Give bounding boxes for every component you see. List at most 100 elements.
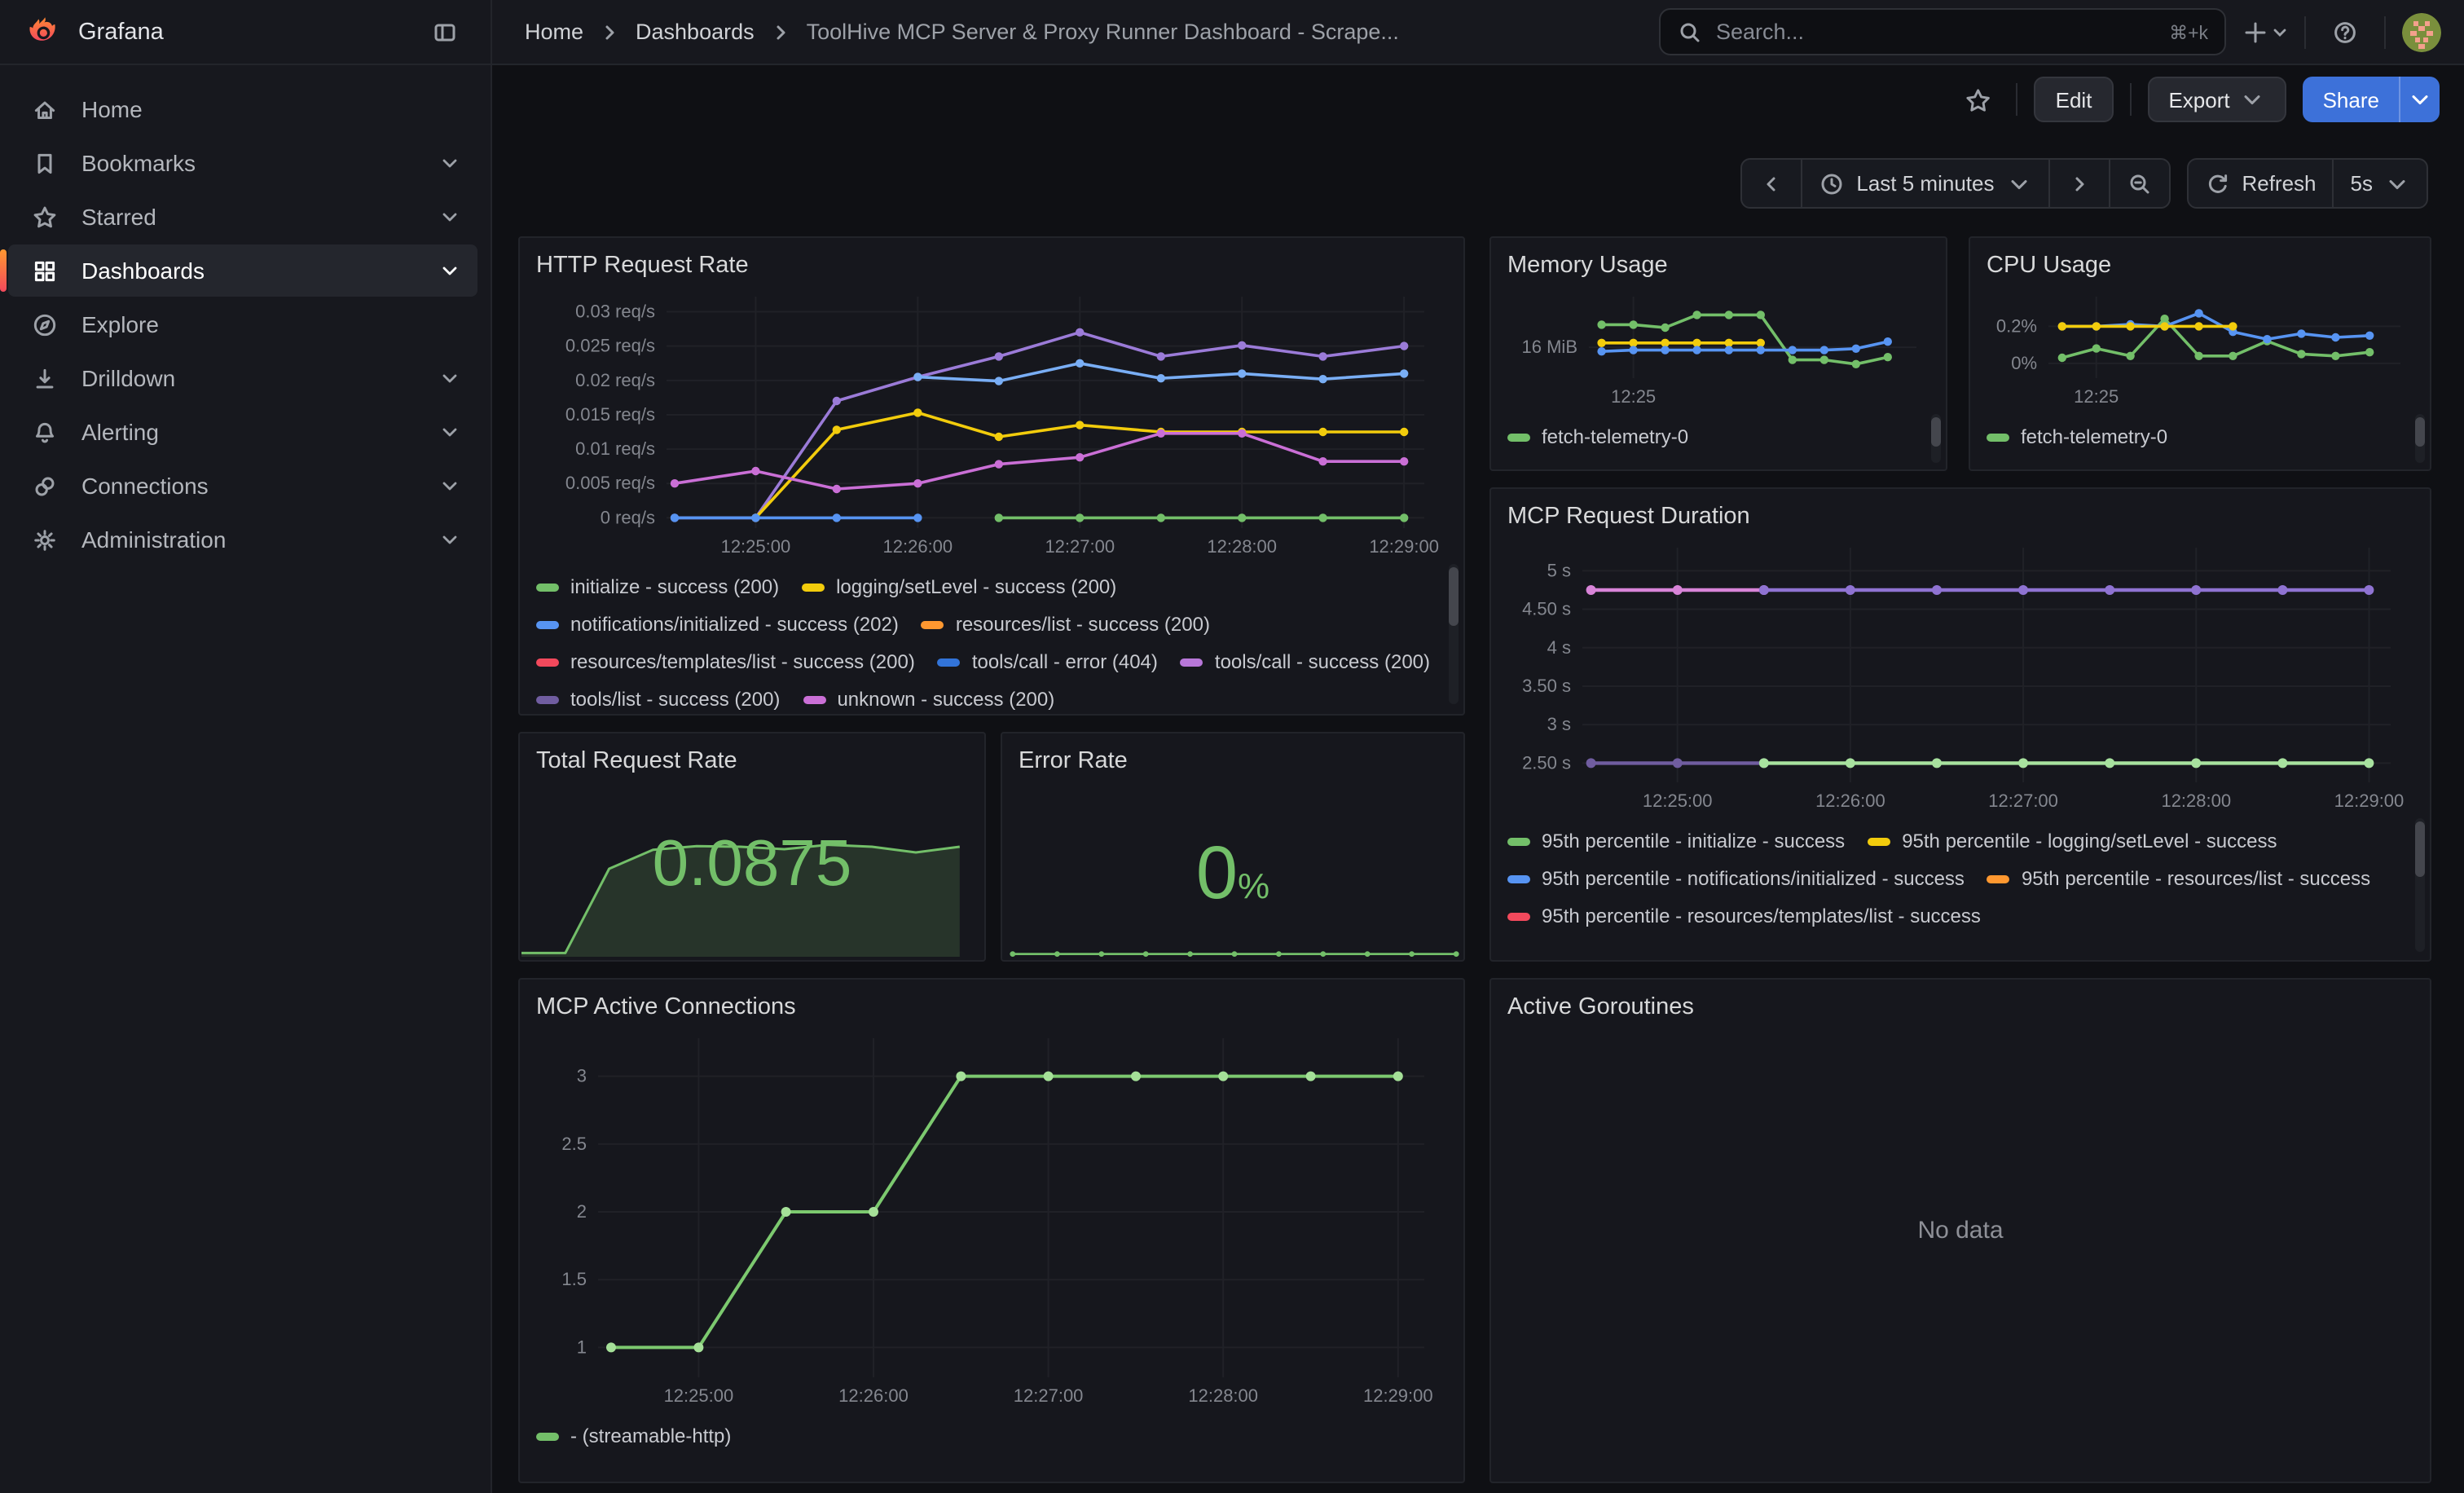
- legend-item[interactable]: 95th percentile - logging/setLevel - suc…: [1868, 830, 2277, 852]
- sidebar-item-starred[interactable]: Starred: [8, 191, 477, 243]
- error-rate-unit: %: [1238, 865, 1269, 906]
- legend-scrollbar[interactable]: [2415, 818, 2425, 952]
- legend-scrollbar[interactable]: [2415, 414, 2425, 463]
- http-legend: initialize - success (200) logging/setLev…: [536, 575, 1447, 712]
- sidebar-item-bookmarks[interactable]: Bookmarks: [8, 137, 477, 189]
- zoom-out-button[interactable]: [2108, 160, 2168, 207]
- panel-title[interactable]: Active Goroutines: [1507, 989, 2413, 1025]
- series-color-pill: [802, 583, 825, 591]
- sidebar-item-label: Drilldown: [81, 365, 416, 391]
- chevron-down-icon: [2240, 86, 2266, 112]
- sidebar-item-home[interactable]: Home: [8, 83, 477, 135]
- legend-item[interactable]: unknown - success (200): [803, 688, 1054, 711]
- sidebar-item-explore[interactable]: Explore: [8, 298, 477, 350]
- cpu-legend: fetch-telemetry-0: [1987, 425, 2413, 458]
- panel-title[interactable]: Error Rate: [1019, 743, 1447, 779]
- panel-title[interactable]: Total Request Rate: [536, 743, 968, 779]
- search-input[interactable]: Search... ⌘+k: [1659, 8, 2226, 55]
- angle-left-icon: [1758, 170, 1784, 196]
- search-placeholder: Search...: [1716, 20, 2156, 44]
- legend-scrollbar[interactable]: [1449, 564, 1459, 704]
- series-label: fetch-telemetry-0: [2021, 425, 2167, 448]
- legend-item[interactable]: 95th percentile - notifications/initiali…: [1507, 867, 1965, 890]
- sidebar-item-connections[interactable]: Connections: [8, 460, 477, 512]
- series-label: 95th percentile - initialize - success: [1542, 830, 1845, 852]
- series-color-pill: [536, 583, 559, 591]
- memory-usage-chart[interactable]: 16 MiB12:25: [1507, 287, 1929, 407]
- legend-item[interactable]: 95th percentile - initialize - success: [1507, 830, 1845, 852]
- time-range-picker[interactable]: Last 5 minutes: [1801, 160, 2048, 207]
- chevron-down-icon[interactable]: [438, 259, 461, 282]
- legend-item[interactable]: fetch-telemetry-0: [1987, 425, 2167, 448]
- export-button[interactable]: Export: [2147, 77, 2286, 122]
- legend-item[interactable]: tools/call - error (404): [938, 650, 1158, 673]
- legend-scrollbar[interactable]: [1931, 414, 1941, 463]
- sidebar-item-administration[interactable]: Administration: [8, 513, 477, 566]
- panel-title[interactable]: MCP Request Duration: [1507, 499, 2413, 535]
- chevron-down-icon[interactable]: [438, 152, 461, 174]
- legend-item[interactable]: resources/list - success (200): [922, 613, 1210, 636]
- series-label: 95th percentile - resources/list - succe…: [2022, 867, 2370, 890]
- chevron-down-icon[interactable]: [438, 367, 461, 390]
- cpu-usage-chart[interactable]: 0.2%0%12:25: [1987, 287, 2413, 407]
- refresh-interval-picker[interactable]: 5s: [2333, 160, 2427, 207]
- grafana-logo[interactable]: [26, 14, 62, 50]
- series-color-pill: [536, 658, 559, 666]
- sidebar-item-drilldown[interactable]: Drilldown: [8, 352, 477, 404]
- share-button[interactable]: Share: [2303, 77, 2399, 122]
- panel-title[interactable]: HTTP Request Rate: [536, 248, 1447, 284]
- legend-item[interactable]: tools/call - success (200): [1181, 650, 1430, 673]
- chevron-down-icon[interactable]: [438, 528, 461, 551]
- legend-item[interactable]: - (streamable-http): [536, 1425, 731, 1447]
- panel-title[interactable]: Memory Usage: [1507, 248, 1929, 284]
- sidebar-item-alerting[interactable]: Alerting: [8, 406, 477, 458]
- svg-text:12:25:00: 12:25:00: [1643, 791, 1713, 811]
- sidebar-item-dashboards[interactable]: Dashboards: [8, 244, 477, 297]
- series-color-pill: [536, 1432, 559, 1440]
- legend-item[interactable]: fetch-telemetry-0: [1507, 425, 1688, 448]
- sidebar-item-label: Connections: [81, 473, 416, 499]
- legend-item[interactable]: initialize - success (200): [536, 575, 779, 598]
- panel-mcp-active-connections: MCP Active Connections 32.521.5112:25:00…: [518, 978, 1465, 1483]
- sidebar-item-label: Explore: [81, 311, 461, 337]
- edit-button[interactable]: Edit: [2035, 77, 2114, 122]
- legend-item[interactable]: notifications/initialized - success (202…: [536, 613, 899, 636]
- panel-title[interactable]: CPU Usage: [1987, 248, 2413, 284]
- breadcrumb-current: ToolHive MCP Server & Proxy Runner Dashb…: [807, 20, 1399, 44]
- add-new-button[interactable]: [2242, 9, 2288, 55]
- chevron-down-icon[interactable]: [438, 205, 461, 228]
- legend-item[interactable]: 95th percentile - resources/list - succe…: [1987, 867, 2370, 890]
- series-color-pill: [1868, 837, 1890, 845]
- favorite-star-icon[interactable]: [1955, 77, 2000, 122]
- help-icon[interactable]: [2322, 9, 2368, 55]
- mcp-request-duration-chart[interactable]: 5 s4.50 s4 s3.50 s3 s2.50 s12:25:0012:26…: [1507, 538, 2413, 812]
- time-controls: Last 5 minutes Refresh 5s: [1740, 158, 2428, 209]
- user-avatar[interactable]: [2402, 12, 2441, 51]
- time-shift-forward-button[interactable]: [2048, 160, 2108, 207]
- series-color-pill: [1507, 433, 1530, 441]
- star-icon: [31, 203, 59, 231]
- stat-value-wrap: 0.0875: [520, 828, 984, 901]
- series-label: resources/templates/list - success (200): [570, 650, 915, 673]
- legend-item[interactable]: 95th percentile - resources/templates/li…: [1507, 905, 1981, 927]
- chevron-down-icon[interactable]: [438, 474, 461, 497]
- mcp-active-connections-chart[interactable]: 32.521.5112:25:0012:26:0012:27:0012:28:0…: [536, 1028, 1447, 1407]
- share-options-chevron[interactable]: [2399, 77, 2440, 122]
- time-shift-back-button[interactable]: [1742, 160, 1801, 207]
- svg-text:12:25:00: 12:25:00: [664, 1385, 734, 1406]
- error-rate-sparkline[interactable]: [1004, 932, 1465, 958]
- panel-title[interactable]: MCP Active Connections: [536, 989, 1447, 1025]
- chevron-down-icon[interactable]: [438, 421, 461, 443]
- sidebar-navigation: HomeBookmarksStarredDashboards Explore Dri…: [0, 65, 492, 1493]
- legend-item[interactable]: tools/list - success (200): [536, 688, 780, 711]
- legend-item[interactable]: resources/templates/list - success (200): [536, 650, 915, 673]
- connections-icon: [31, 472, 59, 500]
- divider: [2129, 83, 2131, 116]
- dock-sidebar-icon[interactable]: [422, 9, 468, 55]
- breadcrumb-home[interactable]: Home: [525, 20, 583, 44]
- series-color-pill: [803, 695, 825, 703]
- breadcrumb-dashboards[interactable]: Dashboards: [636, 20, 755, 44]
- legend-item[interactable]: logging/setLevel - success (200): [802, 575, 1116, 598]
- http-request-rate-chart[interactable]: 0 req/s0.005 req/s0.01 req/s0.015 req/s0…: [536, 287, 1447, 557]
- refresh-button[interactable]: Refresh: [2188, 160, 2332, 207]
